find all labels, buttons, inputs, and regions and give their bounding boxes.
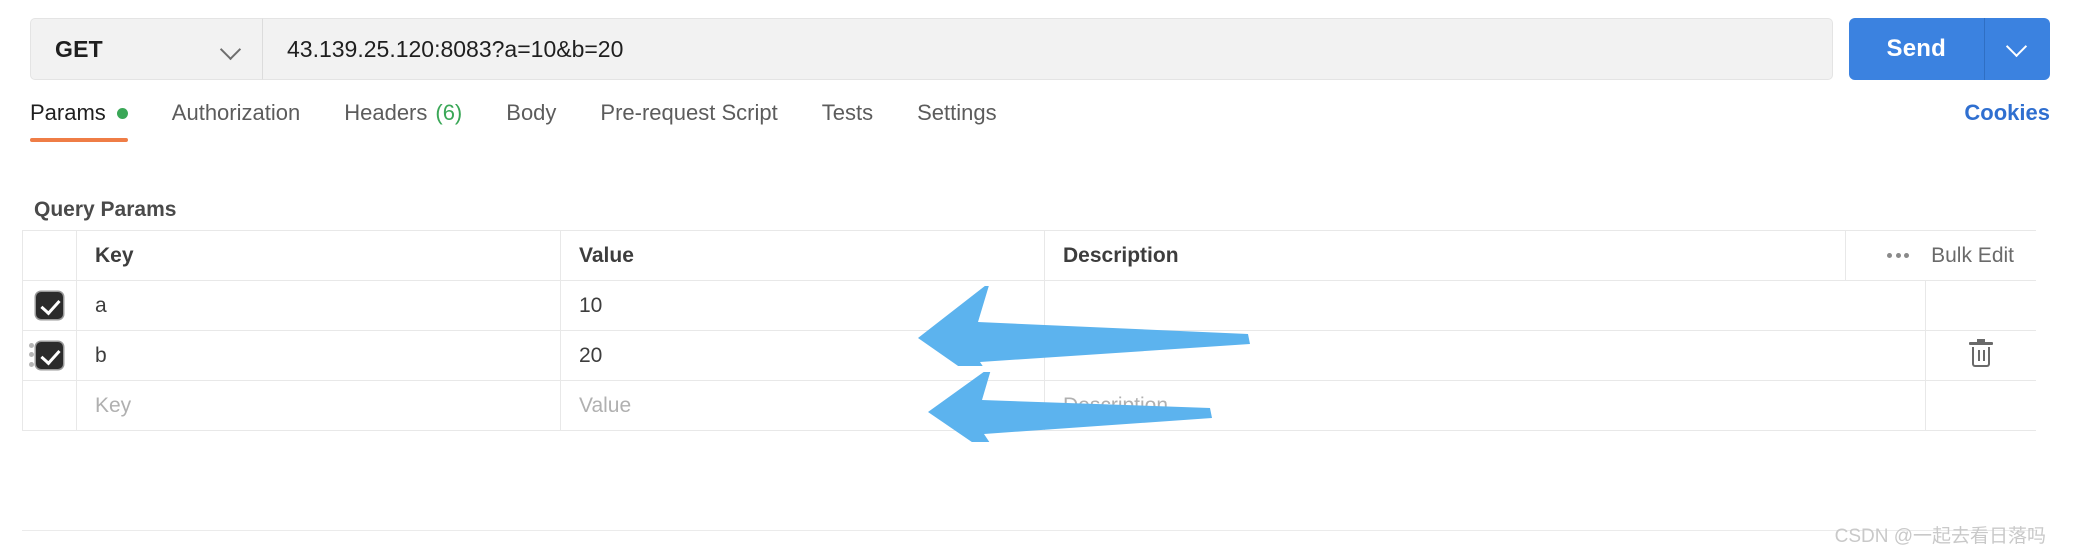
request-tabs: Params Authorization Headers (6) Body Pre-req…	[30, 92, 2050, 146]
trash-icon[interactable]	[1969, 339, 1993, 369]
tab-label: Pre-request Script	[600, 100, 778, 125]
send-button[interactable]: Send	[1848, 18, 1984, 80]
query-params-heading: Query Params	[34, 198, 177, 221]
page-gutter-left	[0, 0, 22, 560]
table-header-row: Key Value Description Bulk Edit	[23, 231, 2036, 281]
send-options-button[interactable]	[1984, 18, 2050, 80]
tab-body[interactable]: Body	[506, 92, 556, 142]
tab-params[interactable]: Params	[30, 92, 128, 142]
tab-label: Headers	[344, 100, 428, 125]
tab-label: Body	[506, 100, 557, 125]
placeholder-checkbox-cell	[23, 381, 77, 430]
placeholder-value-input[interactable]: Value	[561, 381, 1045, 430]
row-value-input[interactable]: 20	[561, 331, 1045, 380]
request-url-value: 43.139.25.120:8083?a=10&b=20	[287, 35, 624, 62]
tab-count: (6)	[435, 100, 463, 125]
header-key: Key	[77, 231, 561, 280]
unsaved-changes-dot-icon	[116, 107, 128, 119]
tab-pre-request-script[interactable]: Pre-request Script	[600, 92, 777, 142]
request-url-input[interactable]: 43.139.25.120:8083?a=10&b=20	[262, 18, 1833, 80]
send-button-group: Send	[1848, 18, 2050, 80]
tab-settings[interactable]: Settings	[917, 92, 997, 142]
tab-authorization[interactable]: Authorization	[172, 92, 300, 142]
page-gutter-right	[2058, 0, 2080, 560]
table-row: b 20	[23, 331, 2036, 381]
row-checkbox-cell	[23, 281, 77, 330]
table-row: a 10	[23, 281, 2036, 331]
placeholder-key-input[interactable]: Key	[77, 381, 561, 430]
row-description-input[interactable]	[1045, 331, 1926, 380]
placeholder-actions-cell	[1926, 381, 2036, 430]
http-method-select[interactable]: GET	[30, 18, 262, 80]
csdn-watermark: CSDN @一起去看日落吗	[1834, 526, 2046, 547]
row-actions-cell	[1926, 331, 2036, 380]
postman-request-panel: GET 43.139.25.120:8083?a=10&b=20 Send Pa…	[0, 0, 2080, 560]
tab-label: Params	[30, 100, 106, 125]
row-enabled-checkbox[interactable]	[36, 342, 63, 369]
header-description: Description	[1045, 231, 1846, 280]
tab-label: Authorization	[171, 100, 301, 125]
header-checkbox-cell	[23, 231, 77, 280]
tab-label: Settings	[917, 100, 997, 125]
table-placeholder-row[interactable]: Key Value Description	[23, 381, 2036, 431]
row-enabled-checkbox[interactable]	[36, 292, 63, 319]
http-method-label: GET	[55, 35, 103, 62]
chevron-down-icon	[220, 38, 242, 60]
panel-bottom-divider	[22, 530, 2036, 531]
bulk-edit-button[interactable]: Bulk Edit	[1931, 244, 2014, 268]
ellipsis-icon[interactable]	[1887, 253, 1910, 258]
placeholder-description-input[interactable]: Description	[1045, 381, 1926, 430]
header-value: Value	[561, 231, 1045, 280]
bulk-edit-cell: Bulk Edit	[1846, 231, 2036, 280]
row-actions-cell	[1926, 281, 2036, 330]
row-key-input[interactable]: a	[77, 281, 561, 330]
tab-tests[interactable]: Tests	[822, 92, 873, 142]
row-key-input[interactable]: b	[77, 331, 561, 380]
row-checkbox-cell	[23, 331, 77, 380]
query-params-table: Key Value Description Bulk Edit a 10 b 20 K…	[22, 230, 2036, 431]
row-value-input[interactable]: 10	[561, 281, 1045, 330]
request-url-bar: GET 43.139.25.120:8083?a=10&b=20 Send	[30, 18, 2050, 80]
cookies-link[interactable]: Cookies	[1964, 100, 2050, 126]
tab-headers[interactable]: Headers (6)	[344, 92, 462, 142]
row-description-input[interactable]	[1045, 281, 1926, 330]
tab-label: Tests	[821, 100, 874, 125]
